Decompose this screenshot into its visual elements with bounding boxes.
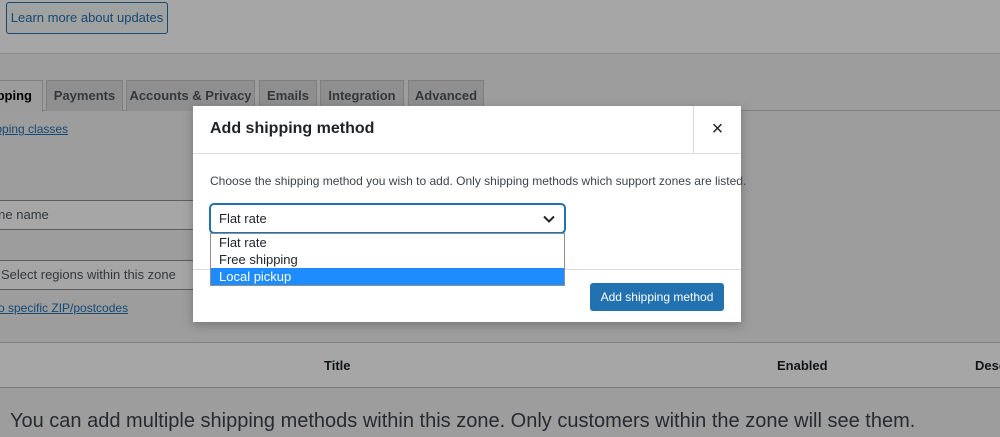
option-flat-rate[interactable]: Flat rate [211,234,564,251]
option-free-shipping[interactable]: Free shipping [211,251,564,268]
shipping-method-dropdown: Flat rate Free shipping Local pickup [210,233,565,286]
shipping-method-select[interactable]: Flat rate [210,204,565,233]
add-shipping-method-modal: Add shipping method × Choose the shippin… [193,106,746,322]
close-icon: × [711,118,724,140]
option-local-pickup[interactable]: Local pickup [211,268,564,285]
add-shipping-method-button[interactable]: Add shipping method [590,283,724,311]
modal-header: Add shipping method × [193,106,741,154]
modal-title: Add shipping method [210,120,375,137]
modal-description: Choose the shipping method you wish to a… [210,174,747,188]
chevron-down-icon [543,215,555,223]
select-value: Flat rate [219,211,267,226]
close-button[interactable]: × [693,106,741,154]
